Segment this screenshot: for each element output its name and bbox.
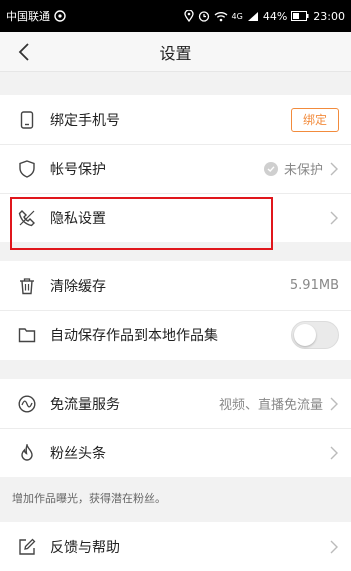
- chevron-right-icon: [330, 211, 338, 224]
- wifi-icon: [214, 11, 228, 22]
- chevron-right-icon: [330, 162, 338, 175]
- battery-icon: [291, 11, 309, 21]
- chevron-right-icon: [330, 446, 338, 459]
- flame-icon: [18, 443, 36, 462]
- network-type-label: 4G: [231, 11, 243, 21]
- bind-phone-label: 绑定手机号: [50, 112, 120, 129]
- account-protection-label: 帐号保护: [50, 161, 106, 178]
- free-traffic-value: 视频、直播免流量: [218, 398, 323, 413]
- fans-headline-row[interactable]: 粉丝头条: [0, 428, 351, 477]
- back-arrow-icon: [18, 43, 29, 61]
- free-traffic-row[interactable]: 免流量服务 视频、直播免流量: [0, 379, 351, 428]
- phone-icon: [18, 110, 36, 129]
- signal-icon: [247, 11, 259, 22]
- nav-header: 设置: [0, 32, 351, 72]
- feedback-help-label: 反馈与帮助: [50, 539, 120, 556]
- chevron-right-icon: [330, 540, 338, 553]
- chevron-right-icon: [330, 397, 338, 410]
- trash-icon: [18, 277, 36, 295]
- feedback-help-row[interactable]: 反馈与帮助: [0, 522, 351, 571]
- alarm-icon: [198, 10, 210, 22]
- protection-status: 未保护: [283, 163, 323, 178]
- shield-icon: [18, 159, 36, 178]
- service-group: 免流量服务 视频、直播免流量 粉丝头条: [0, 379, 351, 477]
- hd-icon: [54, 10, 66, 22]
- page-title: 设置: [159, 43, 192, 63]
- check-icon: [263, 161, 278, 176]
- bind-button[interactable]: 绑定: [291, 107, 339, 132]
- carrier-label: 中国联通: [6, 10, 50, 23]
- fans-headline-tip: 增加作品曝光，获得潜在粉丝。: [12, 492, 166, 505]
- free-traffic-label: 免流量服务: [50, 396, 120, 413]
- privacy-highlight-box: [10, 197, 273, 250]
- back-button[interactable]: [10, 38, 38, 66]
- fans-headline-label: 粉丝头条: [50, 445, 106, 462]
- clear-cache-row[interactable]: 清除缓存 5.91MB: [0, 261, 351, 310]
- account-protection-row[interactable]: 帐号保护 未保护: [0, 144, 351, 193]
- cache-size: 5.91MB: [289, 278, 339, 293]
- clear-cache-label: 清除缓存: [50, 278, 106, 295]
- clock: 23:00: [313, 9, 345, 23]
- status-bar: 中国联通 4G 44% 23:00: [0, 0, 351, 32]
- edit-icon: [18, 538, 36, 556]
- help-group: 反馈与帮助: [0, 522, 351, 571]
- folder-icon: [18, 326, 36, 344]
- toggle-knob: [294, 324, 316, 346]
- traffic-wave-icon: [18, 394, 36, 413]
- auto-save-label: 自动保存作品到本地作品集: [50, 328, 218, 344]
- bind-phone-row[interactable]: 绑定手机号 绑定: [0, 95, 351, 144]
- location-icon: [183, 10, 194, 22]
- auto-save-toggle[interactable]: [291, 321, 339, 349]
- auto-save-row: 自动保存作品到本地作品集: [0, 310, 351, 360]
- storage-settings-group: 清除缓存 5.91MB 自动保存作品到本地作品集: [0, 261, 351, 360]
- battery-percent: 44%: [262, 9, 288, 23]
